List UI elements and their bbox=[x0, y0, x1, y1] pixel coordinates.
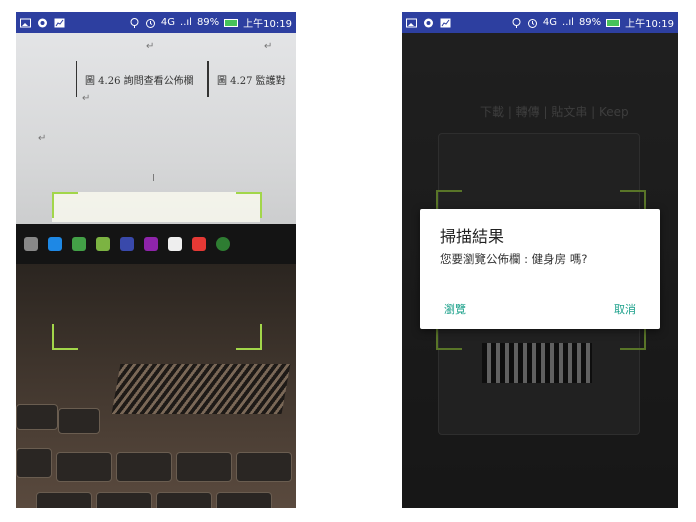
keyboard-key bbox=[96, 492, 152, 508]
keyboard-key bbox=[16, 448, 52, 478]
alarm-icon bbox=[527, 18, 537, 28]
document-mark: I bbox=[152, 173, 155, 184]
scan-frame-corner-tr bbox=[236, 192, 262, 218]
caption-text: 圖 4.26 詢問查看公佈欄 bbox=[85, 75, 194, 87]
keyboard-key bbox=[176, 452, 232, 482]
scan-result-dialog: 掃描結果 您要瀏覽公佈欄 : 健身房 嗎? 瀏覽 取消 bbox=[420, 209, 660, 329]
location-icon bbox=[512, 17, 521, 28]
signal-strength: ..ıl bbox=[180, 17, 192, 28]
taskbar-app-icon bbox=[192, 237, 206, 251]
taskbar-app-icon bbox=[216, 237, 230, 251]
phone-scanner-screen: 4G ..ıl 89% 上午10:19 圖 4.26 詢問查看公佈欄 圖 4.2… bbox=[16, 12, 296, 508]
taskbar-app-icon bbox=[168, 237, 182, 251]
status-bar: 4G ..ıl 89% 上午10:19 bbox=[402, 12, 678, 33]
browse-button[interactable]: 瀏覽 bbox=[444, 301, 466, 317]
battery-icon bbox=[606, 18, 621, 27]
clock: 上午10:19 bbox=[243, 19, 292, 30]
alarm-icon bbox=[145, 18, 155, 28]
keyboard-key bbox=[36, 492, 92, 508]
document-caption-right: 圖 4.27 監護對 bbox=[208, 61, 296, 97]
record-icon bbox=[424, 18, 433, 27]
record-icon bbox=[38, 18, 47, 27]
caption-text: 圖 4.27 監護對 bbox=[217, 75, 286, 87]
scan-frame-corner-bl bbox=[52, 324, 78, 350]
keyboard-key bbox=[116, 452, 172, 482]
taskbar-app-icon bbox=[120, 237, 134, 251]
keyboard-key bbox=[56, 452, 112, 482]
taskbar-app-icon bbox=[72, 237, 86, 251]
keyboard-key bbox=[236, 452, 292, 482]
document-mark: ↵ bbox=[82, 93, 91, 104]
laptop-taskbar bbox=[16, 232, 296, 256]
taskbar-app-icon bbox=[48, 237, 62, 251]
network-type: 4G bbox=[160, 17, 176, 28]
document-caption-left: 圖 4.26 詢問查看公佈欄 bbox=[76, 61, 208, 97]
battery-percent: 89% bbox=[196, 17, 220, 28]
taskbar-app-icon bbox=[96, 237, 110, 251]
laptop-vent bbox=[111, 364, 291, 414]
phone-result-screen: 4G ..ıl 89% 上午10:19 下載 | 轉傳 | 貼文串 | Keep… bbox=[402, 12, 678, 508]
keyboard-key bbox=[156, 492, 212, 508]
gallery-icon bbox=[20, 18, 31, 27]
scan-frame-corner-tl bbox=[52, 192, 78, 218]
document-mark: ↵ bbox=[38, 133, 47, 144]
location-icon bbox=[130, 17, 139, 28]
network-type: 4G bbox=[542, 17, 558, 28]
taskbar-app-icon bbox=[144, 237, 158, 251]
chart-icon bbox=[440, 18, 451, 27]
battery-percent: 89% bbox=[578, 17, 602, 28]
document-mark: ↵ bbox=[264, 41, 273, 52]
keyboard-key bbox=[58, 408, 100, 434]
clock: 上午10:19 bbox=[625, 19, 674, 30]
document-mark: ↵ bbox=[146, 41, 155, 52]
scan-frame-corner-br bbox=[236, 324, 262, 350]
dialog-title: 掃描結果 bbox=[440, 227, 505, 246]
keyboard-key bbox=[16, 404, 58, 430]
keyboard-key bbox=[216, 492, 272, 508]
taskbar-app-icon bbox=[24, 237, 38, 251]
chart-icon bbox=[54, 18, 65, 27]
status-bar: 4G ..ıl 89% 上午10:19 bbox=[16, 12, 296, 33]
cancel-button[interactable]: 取消 bbox=[614, 301, 636, 317]
laptop-keyboard-area bbox=[16, 264, 296, 508]
scan-glare bbox=[52, 192, 260, 222]
dialog-message: 您要瀏覽公佈欄 : 健身房 嗎? bbox=[440, 252, 588, 266]
signal-strength: ..ıl bbox=[562, 17, 574, 28]
gallery-icon bbox=[406, 18, 417, 27]
battery-icon bbox=[224, 18, 239, 27]
